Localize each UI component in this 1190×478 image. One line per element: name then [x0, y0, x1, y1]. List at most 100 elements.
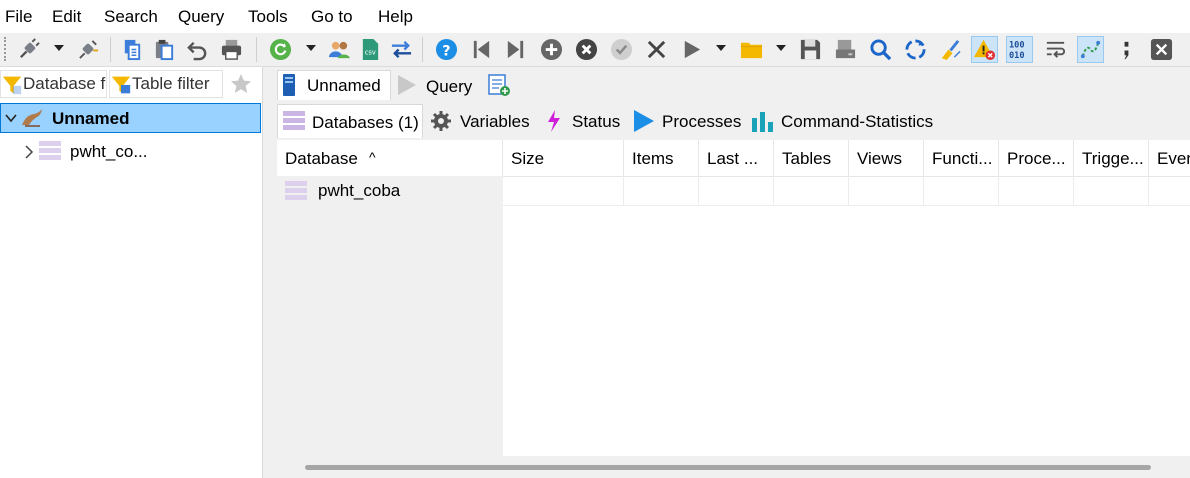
- database-icon: [39, 141, 61, 160]
- cell-events[interactable]: [1149, 176, 1190, 206]
- connect-icon[interactable]: [15, 36, 42, 63]
- column-header-procedures[interactable]: Proce...: [999, 140, 1074, 176]
- filter-icon: [111, 76, 131, 94]
- last-record-icon[interactable]: [502, 36, 529, 63]
- pane-splitter[interactable]: [263, 67, 270, 478]
- play-icon: [398, 75, 416, 95]
- tab-status-label: Status: [572, 112, 621, 131]
- column-header-functions[interactable]: Functi...: [924, 140, 999, 176]
- tab-databases-label: Databases (1): [312, 113, 419, 132]
- column-header-views[interactable]: Views: [849, 140, 924, 176]
- menu-tools[interactable]: Tools: [248, 7, 288, 27]
- database-name: pwht_coba: [318, 181, 401, 200]
- column-header-events[interactable]: Even: [1149, 140, 1190, 176]
- cell-size[interactable]: [503, 176, 624, 206]
- favorites-star-icon[interactable]: [229, 72, 253, 96]
- menu-help[interactable]: Help: [378, 7, 413, 27]
- tab-variables[interactable]: Variables: [426, 106, 536, 138]
- undo-icon[interactable]: [184, 36, 211, 63]
- disconnect-icon[interactable]: [75, 36, 102, 63]
- svg-text:csv: csv: [365, 48, 376, 56]
- single-query-icon[interactable]: [1077, 36, 1104, 63]
- separator-icon[interactable]: [1113, 36, 1140, 63]
- database-icon: [283, 111, 305, 130]
- chevron-down-icon[interactable]: [5, 112, 17, 124]
- tab-query[interactable]: Query: [393, 70, 483, 100]
- tab-query-label: Query: [426, 77, 473, 96]
- toolbar-grip[interactable]: [4, 37, 10, 61]
- column-header-triggers[interactable]: Trigge...: [1074, 140, 1149, 176]
- cell-triggers[interactable]: [1074, 176, 1149, 206]
- print-icon[interactable]: [218, 36, 245, 63]
- table-filter-input[interactable]: Table filter: [109, 70, 223, 98]
- open-folder-dropdown-icon[interactable]: [776, 45, 786, 51]
- paste-icon[interactable]: [151, 36, 178, 63]
- save-icon[interactable]: [797, 36, 824, 63]
- play-icon: [634, 110, 654, 132]
- help-icon[interactable]: ?: [433, 36, 460, 63]
- column-header-size[interactable]: Size: [503, 140, 624, 176]
- table-row[interactable]: pwht_coba: [277, 176, 1190, 206]
- tab-databases[interactable]: Databases (1): [277, 104, 423, 138]
- tab-processes-label: Processes: [662, 112, 742, 131]
- cell-functions[interactable]: [924, 176, 999, 206]
- execute-query-icon[interactable]: [678, 36, 705, 63]
- delete-row-icon[interactable]: [573, 36, 600, 63]
- column-header-last-modified[interactable]: Last ...: [699, 140, 774, 176]
- cell-views[interactable]: [849, 176, 924, 206]
- column-header-database[interactable]: Database ^: [277, 140, 503, 176]
- menu-file[interactable]: File: [5, 7, 32, 27]
- tree-node-session[interactable]: Unnamed: [0, 103, 261, 133]
- transfer-icon[interactable]: [388, 36, 415, 63]
- column-header-tables[interactable]: Tables: [774, 140, 849, 176]
- exit-icon[interactable]: [1148, 36, 1175, 63]
- wrap-lines-icon[interactable]: [1042, 36, 1069, 63]
- cell-database[interactable]: pwht_coba: [277, 176, 503, 206]
- menu-edit[interactable]: Edit: [52, 7, 81, 27]
- find-icon[interactable]: [867, 36, 894, 63]
- chevron-right-icon[interactable]: [24, 145, 34, 159]
- svg-text:100: 100: [1009, 41, 1025, 51]
- tab-unnamed[interactable]: Unnamed: [277, 70, 391, 100]
- database-icon: [285, 181, 307, 200]
- save-snippet-icon[interactable]: [832, 36, 859, 63]
- cancel-changes-icon[interactable]: [643, 36, 670, 63]
- user-manager-icon[interactable]: [326, 36, 353, 63]
- menu-search[interactable]: Search: [104, 7, 158, 27]
- new-query-tab-icon[interactable]: [487, 73, 511, 97]
- blob-as-text-icon[interactable]: 100 010: [1006, 36, 1033, 63]
- tab-unnamed-label: Unnamed: [307, 76, 381, 95]
- sort-ascending-icon: ^: [369, 149, 376, 165]
- clear-icon[interactable]: [937, 36, 964, 63]
- session-name: Unnamed: [52, 109, 130, 128]
- cell-last-modified[interactable]: [699, 176, 774, 206]
- database-filter-input[interactable]: Database filter: [0, 70, 107, 98]
- database-filter-placeholder: Database filter: [23, 74, 106, 93]
- copy-icon[interactable]: [119, 36, 146, 63]
- stop-on-errors-icon[interactable]: [971, 36, 998, 63]
- execute-dropdown-icon[interactable]: [716, 45, 726, 51]
- refresh-icon[interactable]: [267, 36, 294, 63]
- gear-icon: [431, 111, 451, 131]
- tab-processes[interactable]: Processes: [627, 106, 744, 138]
- svg-text:?: ?: [442, 43, 450, 59]
- menu-go-to[interactable]: Go to: [311, 7, 353, 27]
- cell-tables[interactable]: [774, 176, 849, 206]
- first-record-icon[interactable]: [468, 36, 495, 63]
- menu-query[interactable]: Query: [178, 7, 224, 27]
- tab-status[interactable]: Status: [539, 106, 624, 138]
- csv-export-icon[interactable]: csv: [357, 36, 384, 63]
- scrollbar-thumb[interactable]: [305, 465, 1151, 470]
- replace-icon[interactable]: [902, 36, 929, 63]
- refresh-dropdown-icon[interactable]: [306, 45, 316, 51]
- insert-row-icon[interactable]: [538, 36, 565, 63]
- horizontal-scrollbar[interactable]: [277, 456, 1190, 478]
- cell-items[interactable]: [624, 176, 699, 206]
- open-folder-icon[interactable]: [738, 36, 765, 63]
- tab-command-statistics[interactable]: Command-Statistics: [747, 106, 944, 138]
- tree-node-database[interactable]: pwht_co...: [0, 137, 261, 167]
- connect-dropdown-icon[interactable]: [54, 45, 64, 51]
- cell-procedures[interactable]: [999, 176, 1074, 206]
- post-changes-icon[interactable]: [608, 36, 635, 63]
- column-header-items[interactable]: Items: [624, 140, 699, 176]
